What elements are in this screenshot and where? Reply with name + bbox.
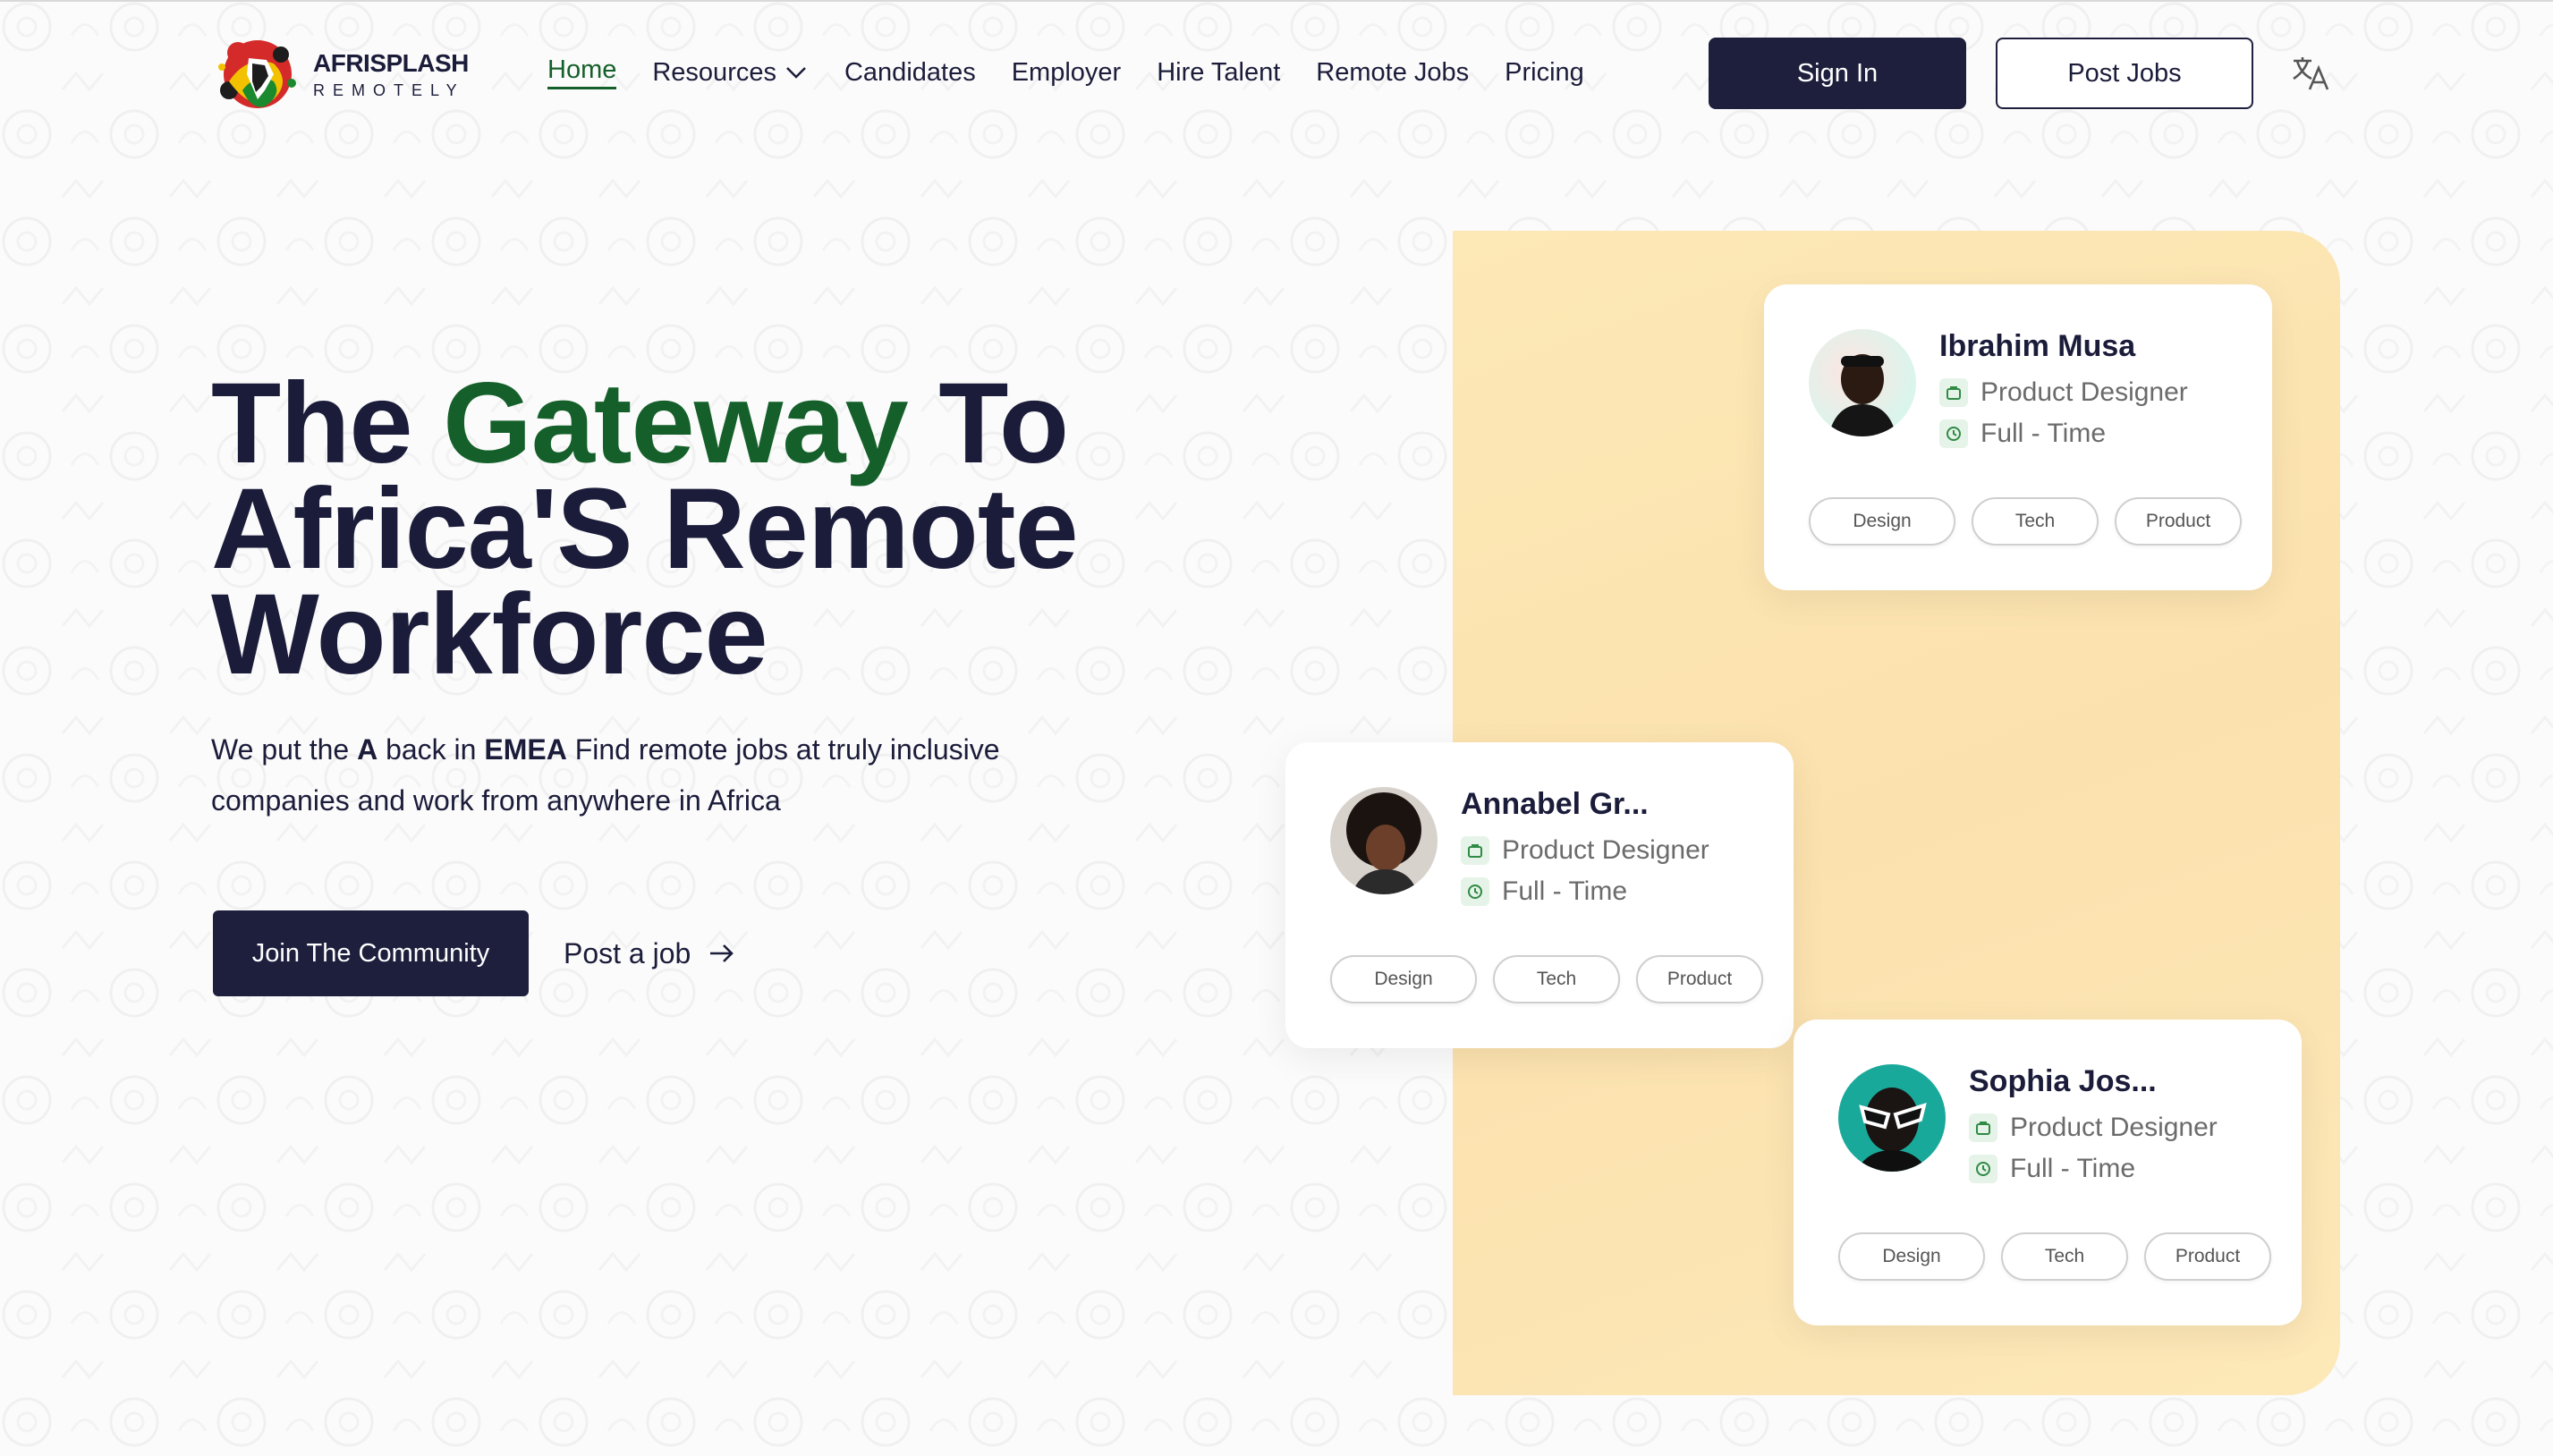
skill-tags: Design Tech Product [1330,955,1779,1003]
talent-card[interactable]: Ibrahim Musa Product Designer Full - Tim… [1764,284,2272,590]
candidate-name: Sophia Jos... [1969,1064,2157,1098]
tag-product[interactable]: Product [1636,955,1763,1003]
candidate-role: Product Designer [1461,835,1709,866]
hero-subtitle: We put the A back in EMEA Find remote jo… [211,724,1106,826]
briefcase-icon [1461,836,1489,865]
nav-item-pricing[interactable]: Pricing [1505,58,1584,88]
hero-subtitle-2: back in [377,733,485,766]
tag-product[interactable]: Product [2115,497,2242,546]
candidate-role-label: Product Designer [2010,1113,2218,1142]
tag-design[interactable]: Design [1330,955,1477,1003]
briefcase-icon [1939,378,1968,407]
candidate-job-type-label: Full - Time [1980,419,2107,448]
clock-icon [1461,877,1489,906]
translate-icon[interactable] [2290,52,2331,93]
clock-icon [1969,1155,1997,1183]
candidate-role: Product Designer [1939,377,2188,408]
post-jobs-button[interactable]: Post Jobs [1996,38,2253,109]
join-community-button[interactable]: Join The Community [213,910,529,996]
main-menu: Home Resources Candidates Employer Hire … [547,54,1620,91]
candidate-job-type: Full - Time [1461,876,1627,907]
avatar [1838,1064,1946,1172]
nav-item-employer[interactable]: Employer [1012,58,1122,88]
briefcase-icon [1969,1113,1997,1142]
brand-logo[interactable]: AFRISPLASH REMOTELY [211,25,469,123]
brand-name: AFRISPLASH [313,48,469,77]
candidate-name: Ibrahim Musa [1939,329,2136,363]
talent-card[interactable]: Annabel Gr... Product Designer Full - Ti… [1285,742,1794,1048]
skill-tags: Design Tech Product [1838,1232,2287,1281]
nav-item-candidates[interactable]: Candidates [844,58,976,88]
chevron-down-icon [786,67,806,79]
nav-item-home[interactable]: Home [547,55,617,89]
candidate-name: Annabel Gr... [1461,787,1649,821]
candidate-role-label: Product Designer [1502,835,1709,865]
candidate-job-type: Full - Time [1939,419,2106,449]
hero-subtitle-1: We put the [211,733,358,766]
brand-tagline: REMOTELY [313,80,465,99]
tag-design[interactable]: Design [1838,1232,1985,1281]
post-a-job-link[interactable]: Post a job [564,932,737,975]
candidate-job-type-label: Full - Time [1502,876,1628,906]
tag-tech[interactable]: Tech [2001,1232,2128,1281]
hero-subtitle-bold-emea: EMEA [484,733,567,766]
candidate-job-type: Full - Time [1969,1154,2135,1184]
clock-icon [1939,419,1968,448]
hero-title: The Gateway To Africa'S Remote Workforce [211,367,1374,692]
tag-tech[interactable]: Tech [1972,497,2099,546]
candidate-role-label: Product Designer [1980,377,2188,407]
tag-product[interactable]: Product [2144,1232,2271,1281]
arrow-right-icon [710,944,734,962]
tag-design[interactable]: Design [1809,497,1955,546]
avatar [1330,787,1438,894]
tag-tech[interactable]: Tech [1493,955,1620,1003]
sign-in-button[interactable]: Sign In [1709,38,1966,109]
avatar [1809,329,1916,436]
skill-tags: Design Tech Product [1809,497,2258,546]
candidate-role: Product Designer [1969,1113,2218,1143]
talent-card[interactable]: Sophia Jos... Product Designer Full - Ti… [1794,1020,2302,1325]
candidate-job-type-label: Full - Time [2010,1154,2136,1183]
hero-subtitle-bold-a: A [357,733,378,766]
post-a-job-label: Post a job [564,936,691,969]
nav-item-resources-label: Resources [652,57,776,87]
nav-item-resources[interactable]: Resources [652,58,809,88]
nav-item-remote-jobs[interactable]: Remote Jobs [1316,58,1469,88]
africa-splash-logo-icon [211,28,304,121]
nav-item-hire-talent[interactable]: Hire Talent [1157,58,1280,88]
top-navigation: AFRISPLASH REMOTELY Home Resources Candi… [0,0,2553,148]
